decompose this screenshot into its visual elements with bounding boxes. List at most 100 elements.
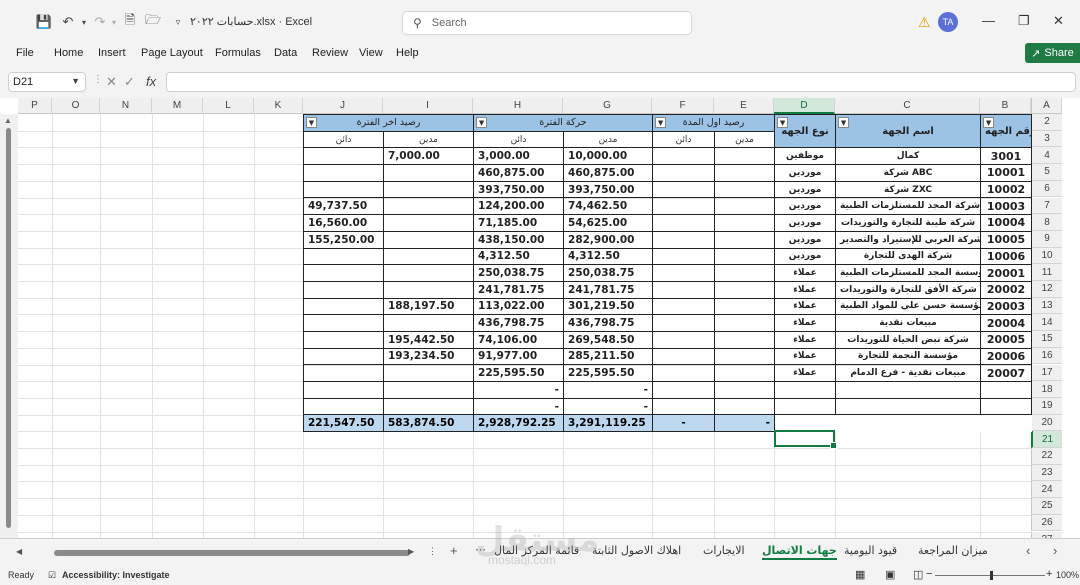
row-header[interactable]: 12 — [1031, 281, 1062, 298]
opening-debit-cell[interactable] — [714, 230, 776, 249]
row-header[interactable]: 15 — [1031, 331, 1062, 348]
movement-debit-cell[interactable]: 282,900.00 — [563, 230, 654, 249]
entity-id-cell[interactable]: 10002 — [980, 180, 1033, 199]
closing-debit-cell[interactable]: 195,442.50 — [382, 330, 475, 349]
column-header-l[interactable]: L — [203, 98, 254, 114]
column-header-n[interactable]: N — [100, 98, 152, 114]
formula-input[interactable] — [166, 72, 1076, 92]
movement-credit-cell[interactable]: 113,022.00 — [473, 297, 565, 316]
movement-credit-cell[interactable]: 241,781.75 — [473, 280, 565, 299]
entity-type-cell[interactable] — [774, 381, 837, 399]
cancel-icon[interactable]: ✕ — [106, 74, 117, 90]
vertical-scrollbar[interactable]: ▲ — [0, 114, 18, 538]
movement-debit-cell[interactable]: 241,781.75 — [563, 280, 654, 299]
movement-debit-cell[interactable]: - — [563, 397, 654, 416]
opening-debit-cell[interactable] — [714, 397, 776, 416]
normal-view-icon[interactable]: ▦ — [855, 568, 865, 581]
entity-name-cell[interactable]: كمال — [835, 147, 982, 166]
row-header[interactable]: 5 — [1031, 164, 1062, 181]
closing-credit-cell[interactable] — [303, 164, 384, 182]
opening-credit-cell[interactable] — [652, 297, 716, 316]
movement-debit-cell[interactable]: 460,875.00 — [563, 164, 654, 182]
opening-credit-cell[interactable] — [652, 280, 716, 299]
movement-credit-cell[interactable]: 225,595.50 — [473, 364, 565, 382]
row-header[interactable]: 18 — [1031, 381, 1062, 398]
closing-debit-cell[interactable] — [382, 197, 475, 216]
search-box[interactable]: ⚲ Search — [402, 11, 692, 35]
accessibility-status[interactable]: Accessibility: Investigate — [62, 570, 170, 580]
opening-credit-cell[interactable] — [652, 264, 716, 282]
entity-type-cell[interactable]: عملاء — [774, 330, 837, 349]
entity-type-cell[interactable] — [774, 397, 837, 416]
column-header-m[interactable]: M — [152, 98, 203, 114]
zoom-out-icon[interactable]: − — [926, 568, 932, 580]
closing-credit-cell[interactable] — [303, 147, 384, 166]
filter-dropdown-icon[interactable]: ▼ — [306, 117, 317, 128]
movement-credit-cell[interactable]: 436,798.75 — [473, 314, 565, 332]
row-header[interactable]: 14 — [1031, 314, 1062, 332]
total-movement-credit[interactable]: 2,928,792.25 — [473, 414, 565, 433]
row-header[interactable]: 11 — [1031, 264, 1062, 281]
entity-type-cell[interactable]: موردين — [774, 197, 837, 216]
column-header-k[interactable]: K — [254, 98, 303, 114]
tab-insert[interactable]: Insert — [98, 47, 126, 59]
next-sheet-icon[interactable]: › — [1053, 543, 1057, 558]
closing-debit-cell[interactable] — [382, 314, 475, 332]
entity-type-cell[interactable]: عملاء — [774, 347, 837, 366]
movement-debit-cell[interactable]: 10,000.00 — [563, 147, 654, 166]
closing-credit-cell[interactable] — [303, 364, 384, 382]
redo-dropdown-icon[interactable]: ▾ — [106, 14, 122, 30]
opening-credit-cell[interactable] — [652, 314, 716, 332]
worksheet-grid[interactable]: ▲ P O N M L K J I H G F E D C B A 234567… — [0, 98, 1080, 538]
row-header[interactable]: 4 — [1031, 147, 1062, 165]
opening-credit-cell[interactable] — [652, 147, 716, 166]
row-header[interactable]: 23 — [1031, 464, 1062, 482]
tab-view[interactable]: View — [359, 47, 383, 59]
movement-debit-cell[interactable]: - — [563, 381, 654, 399]
entity-name-cell[interactable] — [835, 397, 982, 416]
vertical-scroll-thumb[interactable] — [6, 128, 11, 528]
opening-debit-cell[interactable] — [714, 264, 776, 282]
close-icon[interactable]: ✕ — [1053, 13, 1064, 29]
entity-id-cell[interactable]: 20004 — [980, 314, 1033, 332]
open-folder-icon[interactable]: 🗁 — [145, 12, 161, 30]
filter-dropdown-icon[interactable]: ▼ — [838, 117, 850, 128]
sheet-tab-trial-balance[interactable]: ميزان المراجعة — [918, 544, 988, 557]
entity-id-cell[interactable]: 10005 — [980, 230, 1033, 249]
opening-credit-cell[interactable] — [652, 214, 716, 232]
column-header-b[interactable]: B — [980, 98, 1031, 114]
opening-credit-cell[interactable] — [652, 364, 716, 382]
sheet-tab-journal[interactable]: قيود اليومية — [844, 544, 897, 557]
movement-credit-cell[interactable]: 250,038.75 — [473, 264, 565, 282]
entity-name-cell[interactable]: مؤسسة النجمة للتجارة — [835, 347, 982, 366]
entity-id-cell[interactable]: 20001 — [980, 264, 1033, 282]
filter-dropdown-icon[interactable]: ▼ — [476, 117, 488, 128]
movement-credit-cell[interactable]: 74,106.00 — [473, 330, 565, 349]
closing-debit-cell[interactable] — [382, 230, 475, 249]
opening-debit-cell[interactable] — [714, 280, 776, 299]
closing-credit-cell[interactable]: 16,560.00 — [303, 214, 384, 232]
entity-type-cell[interactable]: عملاء — [774, 280, 837, 299]
opening-debit-cell[interactable] — [714, 347, 776, 366]
total-movement-debit[interactable]: 3,291,119.25 — [563, 414, 654, 433]
empty-cell[interactable] — [835, 414, 981, 432]
opening-debit-cell[interactable] — [714, 147, 776, 166]
insert-function-icon[interactable]: fx — [146, 74, 156, 89]
opening-debit-cell[interactable] — [714, 180, 776, 199]
closing-credit-cell[interactable] — [303, 381, 384, 399]
column-header-a[interactable]: A — [1031, 98, 1062, 114]
entity-id-cell[interactable]: 20007 — [980, 364, 1033, 382]
column-header-i[interactable]: I — [383, 98, 473, 114]
movement-credit-cell[interactable]: 124,200.00 — [473, 197, 565, 216]
entity-id-cell[interactable]: 3001 — [980, 147, 1033, 166]
column-header-g[interactable]: G — [563, 98, 652, 114]
closing-debit-cell[interactable] — [382, 364, 475, 382]
entity-type-cell[interactable]: موردين — [774, 214, 837, 232]
row-header[interactable]: 20 — [1031, 414, 1062, 432]
closing-credit-cell[interactable] — [303, 280, 384, 299]
zoom-in-icon[interactable]: + — [1046, 568, 1052, 580]
opening-debit-cell[interactable] — [714, 214, 776, 232]
sheet-tabs-more-icon[interactable]: ⋮ — [428, 546, 437, 557]
entity-type-cell[interactable]: موظفين — [774, 147, 837, 166]
movement-credit-cell[interactable]: 460,875.00 — [473, 164, 565, 182]
